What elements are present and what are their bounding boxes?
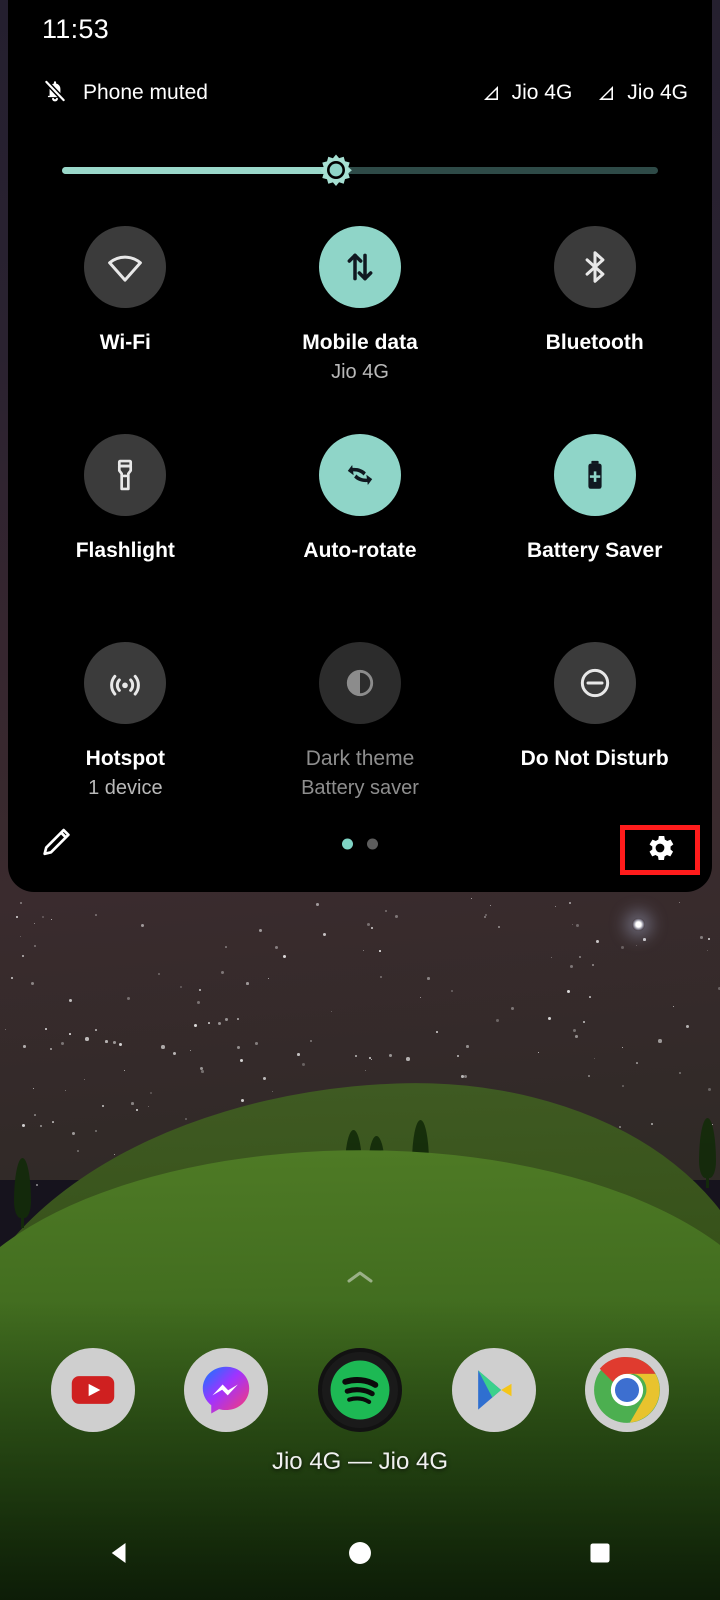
brightness-slider[interactable] [8,146,712,194]
tile-label: Bluetooth [545,331,644,354]
tile-label: Wi-Fi [99,331,151,354]
tile-mobile-data[interactable]: Mobile data Jio 4G [243,218,478,426]
tile-flashlight[interactable]: Flashlight [8,426,243,634]
brightness-fill [62,166,337,174]
tile-battery-saver[interactable]: Battery Saver [477,426,712,634]
tile-label: Hotspot [85,747,165,770]
tile-wifi[interactable]: Wi-Fi [8,218,243,426]
brightness-sunburst-icon[interactable] [315,149,357,191]
battery-plus-icon [553,434,636,516]
gear-icon[interactable] [643,831,677,870]
recents-button[interactable] [555,1523,645,1583]
signal-indicator-2: Jio 4G [594,81,688,105]
tile-label: Auto-rotate [303,539,417,562]
page-dot-active[interactable] [342,838,353,850]
tile-label: Mobile data [302,331,418,354]
signal-indicators: Jio 4G Jio 4G [479,81,688,105]
tile-auto-rotate[interactable]: Auto-rotate [243,426,478,634]
hotspot-icon [84,642,167,724]
youtube-icon[interactable] [50,1348,135,1432]
signal-triangle-icon [599,86,614,100]
chrome-icon[interactable] [585,1348,670,1432]
messenger-icon[interactable] [184,1348,269,1432]
bluetooth-icon [553,226,636,308]
bell-slash-icon [42,78,68,109]
brightness-track[interactable] [62,154,658,186]
home-button[interactable] [315,1523,405,1583]
page-indicator [8,838,712,850]
tile-bluetooth[interactable]: Bluetooth [477,218,712,426]
carrier-label: Jio 4G — Jio 4G [271,1448,449,1475]
quick-settings-footer [8,796,712,892]
chevron-up-icon[interactable] [344,1268,376,1291]
bright-star [632,918,645,931]
tile-label: Dark theme [305,747,415,770]
play-store-icon[interactable] [451,1348,536,1432]
status-bar: Phone muted Jio 4G Jio 4G [8,76,712,110]
spotify-icon[interactable] [317,1348,402,1432]
wifi-icon [84,226,167,308]
settings-button-highlight[interactable] [620,825,700,875]
dark-theme-icon [318,642,401,724]
quick-settings-panel: 11:53 Phone muted Jio 4G Jio 4G Wi-Fi Mo… [8,0,712,892]
back-button[interactable] [75,1523,165,1583]
status-clock: 11:53 [42,14,110,44]
mobile-data-icon [318,226,401,308]
page-dot[interactable] [367,838,378,850]
signal-label: Jio 4G [511,81,573,104]
navigation-bar [0,1506,720,1600]
tile-label: Flashlight [75,539,175,562]
app-dock [0,1348,720,1432]
auto-rotate-icon [318,434,401,516]
quick-settings-tiles: Wi-Fi Mobile data Jio 4G Bluetooth Flash… [8,218,712,842]
signal-triangle-icon [483,86,498,100]
flashlight-icon [84,434,167,516]
tile-sublabel: Jio 4G [331,361,389,384]
tile-label: Battery Saver [526,539,663,562]
do-not-disturb-icon [553,642,636,724]
tile-label: Do Not Disturb [520,747,669,770]
signal-label: Jio 4G [627,81,688,104]
mute-status-text: Phone muted [83,81,208,104]
signal-indicator-1: Jio 4G [479,81,573,105]
